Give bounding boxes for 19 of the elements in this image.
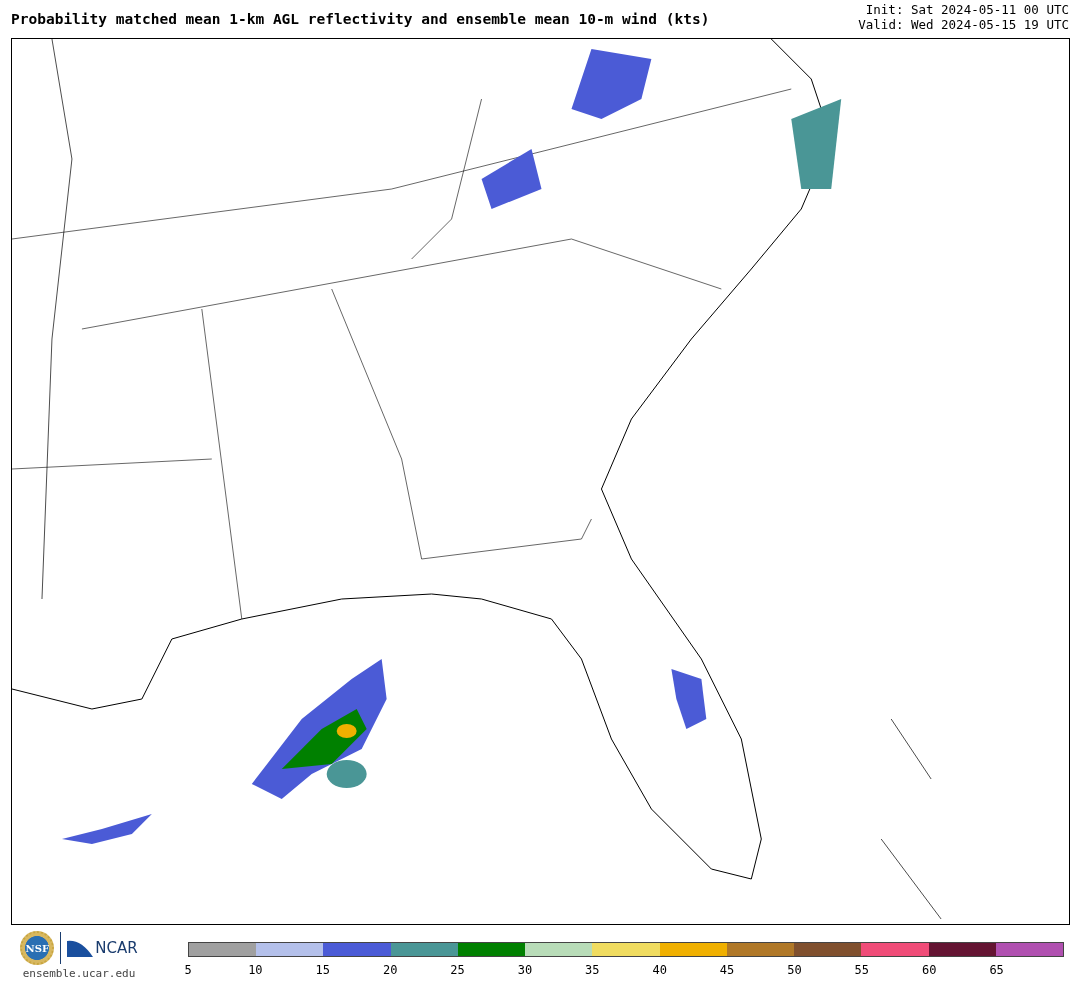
scale-label: 50 xyxy=(787,963,802,977)
scale-label: 15 xyxy=(315,963,330,977)
scale-label: 20 xyxy=(382,963,398,977)
site-url: ensemble.ucar.edu xyxy=(22,967,136,980)
ncar-logo: NCAR xyxy=(67,939,138,957)
scale-label: 45 xyxy=(719,963,735,977)
scale-label: 25 xyxy=(450,963,465,977)
chart-title: Probability matched mean 1-km AGL reflectivity and ensemble mean 10-m wind (kts) xyxy=(11,11,710,27)
scale-label: 30 xyxy=(517,963,533,977)
scale-label: 10 xyxy=(248,963,263,977)
scale-label: 65 xyxy=(989,963,1004,977)
valid-time: Valid: Wed 2024-05-15 19 UTC xyxy=(858,17,1069,32)
init-time: Init: Sat 2024-05-11 00 UTC xyxy=(865,2,1069,17)
scale-label: 55 xyxy=(854,963,870,977)
scale-label: 35 xyxy=(585,963,600,977)
nsf-logo: NSF xyxy=(20,931,55,965)
scale-label: 5 xyxy=(184,963,192,977)
scale-label: 60 xyxy=(922,963,937,977)
scale-label: 40 xyxy=(652,963,667,977)
